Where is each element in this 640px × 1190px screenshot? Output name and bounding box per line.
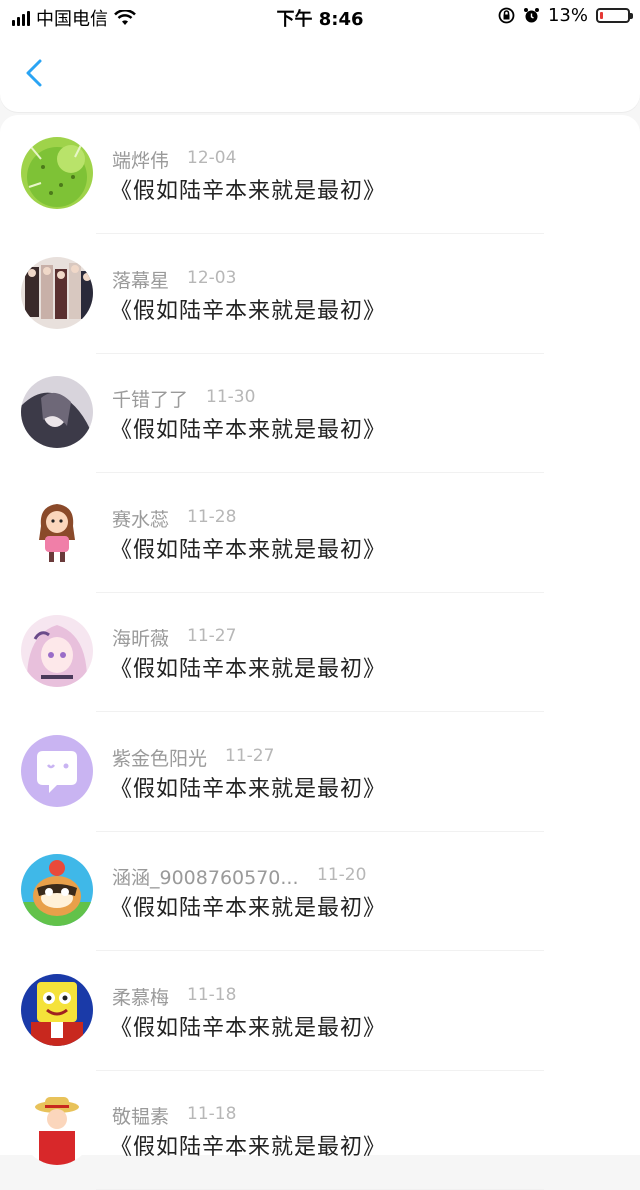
- rotation-lock-icon: [498, 7, 515, 24]
- user-name[interactable]: 赛水蕊: [112, 505, 169, 532]
- user-name[interactable]: 端烨伟: [112, 146, 169, 173]
- message-row[interactable]: 赛水蕊 11-28 《假如陆辛本来就是最初》: [0, 474, 640, 593]
- battery-level: [600, 12, 603, 19]
- nav-header: [0, 32, 640, 112]
- message-row[interactable]: 海昕薇 11-27 《假如陆辛本来就是最初》: [0, 593, 640, 712]
- message-text: 《假如陆辛本来就是最初》: [110, 896, 387, 921]
- message-date: 12-04: [187, 148, 237, 168]
- back-button[interactable]: [20, 58, 50, 88]
- message-row[interactable]: 柔慕梅 11-18 《假如陆辛本来就是最初》: [0, 952, 640, 1071]
- message-date: 11-30: [206, 387, 256, 407]
- message-list: 端烨伟 12-04 《假如陆辛本来就是最初》 落幕星 12-03 《假如陆辛本来就是最初》…: [0, 115, 640, 1190]
- message-row[interactable]: 落幕星 12-03 《假如陆辛本来就是最初》: [0, 235, 640, 354]
- message-row[interactable]: 紫金色阳光 11-27 《假如陆辛本来就是最初》: [0, 713, 640, 832]
- message-row[interactable]: 敬韫素 11-18 《假如陆辛本来就是最初》: [0, 1071, 640, 1190]
- message-text: 《假如陆辛本来就是最初》: [110, 298, 387, 324]
- message-date: 12-03: [187, 267, 237, 288]
- avatar[interactable]: [21, 1093, 93, 1165]
- message-text: 《假如陆辛本来就是最初》: [110, 418, 387, 443]
- message-row[interactable]: 千错了了 11-30 《假如陆辛本来就是最初》: [0, 354, 640, 473]
- status-right: 13%: [498, 5, 633, 26]
- message-date: 11-27: [225, 745, 275, 766]
- alarm-icon: [523, 8, 539, 23]
- avatar[interactable]: [21, 734, 93, 807]
- avatar[interactable]: [21, 495, 93, 568]
- message-date: 11-18: [187, 984, 237, 1005]
- user-name[interactable]: 涵涵_9008760570...: [112, 863, 299, 890]
- battery-percent: 13%: [547, 5, 588, 26]
- message-row[interactable]: 端烨伟 12-04 《假如陆辛本来就是最初》: [0, 115, 640, 234]
- avatar[interactable]: [21, 137, 93, 209]
- message-date: 11-18: [187, 1104, 237, 1124]
- user-name[interactable]: 紫金色阳光: [112, 744, 207, 771]
- avatar[interactable]: [21, 615, 93, 687]
- status-bar: 中国电信 下午 8:46 13%: [0, 0, 640, 32]
- message-date: 11-20: [317, 865, 367, 885]
- message-text: 《假如陆辛本来就是最初》: [110, 657, 387, 682]
- message-text: 《假如陆辛本来就是最初》: [110, 776, 387, 802]
- user-name[interactable]: 海昕薇: [112, 624, 169, 651]
- message-text: 《假如陆辛本来就是最初》: [110, 1015, 387, 1041]
- message-text: 《假如陆辛本来就是最初》: [110, 537, 387, 563]
- message-text: 《假如陆辛本来就是最初》: [110, 1135, 387, 1160]
- message-text: 《假如陆辛本来就是最初》: [110, 179, 387, 204]
- avatar[interactable]: [21, 376, 93, 448]
- message-date: 11-27: [187, 626, 237, 646]
- message-date: 11-28: [187, 506, 237, 527]
- user-name[interactable]: 敬韫素: [112, 1102, 169, 1129]
- avatar[interactable]: [21, 854, 93, 926]
- avatar[interactable]: [21, 973, 93, 1046]
- chevron-left-icon: [26, 59, 42, 87]
- user-name[interactable]: 落幕星: [112, 266, 169, 293]
- message-row[interactable]: 涵涵_9008760570... 11-20 《假如陆辛本来就是最初》: [0, 832, 640, 951]
- user-name[interactable]: 柔慕梅: [112, 983, 169, 1010]
- user-name[interactable]: 千错了了: [112, 385, 188, 412]
- battery-icon: [596, 8, 633, 23]
- avatar[interactable]: [21, 256, 93, 329]
